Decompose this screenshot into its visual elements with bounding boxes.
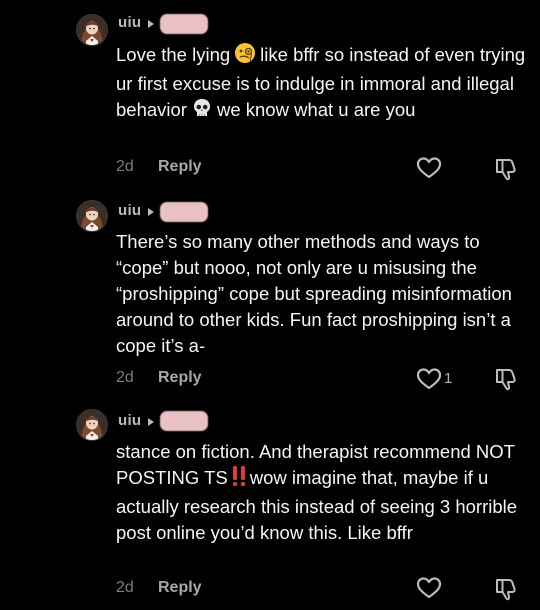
thumbs-down-outline-icon[interactable] xyxy=(494,156,518,182)
redacted-name xyxy=(160,14,208,34)
avatar-image xyxy=(77,201,107,231)
username[interactable]: uiu xyxy=(118,412,141,429)
heart-outline-icon[interactable] xyxy=(416,367,442,391)
avatar[interactable] xyxy=(76,14,108,46)
heart-outline-icon[interactable] xyxy=(416,576,442,600)
avatar[interactable] xyxy=(76,409,108,441)
username[interactable]: uiu xyxy=(118,202,141,219)
comment-text: There’s so many other methods and ways t… xyxy=(116,231,512,356)
caret-right-icon[interactable] xyxy=(148,20,154,28)
caret-right-icon[interactable] xyxy=(148,418,154,426)
redacted-name xyxy=(160,202,208,222)
comment-actions: 2d Reply xyxy=(116,369,202,387)
comment-text: Love the lying like bffr so instead of ev… xyxy=(116,42,531,126)
like-count: 1 xyxy=(444,370,453,387)
redacted-name xyxy=(160,411,208,431)
skull-emoji xyxy=(191,97,213,126)
username[interactable]: uiu xyxy=(118,14,141,31)
comment-text-part: we know what u are you xyxy=(216,99,416,120)
reply-button[interactable]: Reply xyxy=(158,369,202,387)
avatar[interactable] xyxy=(76,200,108,232)
timestamp: 2d xyxy=(116,369,134,386)
reply-button[interactable]: Reply xyxy=(158,158,202,176)
comment-actions: 2d Reply xyxy=(116,579,202,597)
timestamp: 2d xyxy=(116,579,134,596)
comment-text-part: Love the lying xyxy=(116,44,231,65)
heart-outline-icon[interactable] xyxy=(416,156,442,180)
thumbs-down-outline-icon[interactable] xyxy=(494,366,518,392)
timestamp: 2d xyxy=(116,158,134,175)
double-exclamation-emoji xyxy=(230,465,248,494)
reply-button[interactable]: Reply xyxy=(158,579,202,597)
comment-actions: 2d Reply xyxy=(116,158,202,176)
caret-right-icon[interactable] xyxy=(148,208,154,216)
avatar-image xyxy=(77,15,107,45)
thumbs-down-outline-icon[interactable] xyxy=(494,576,518,602)
comment-text: stance on fiction. And therapist recomme… xyxy=(116,439,531,546)
face-with-monocle-emoji xyxy=(234,42,256,71)
avatar-image xyxy=(77,410,107,440)
